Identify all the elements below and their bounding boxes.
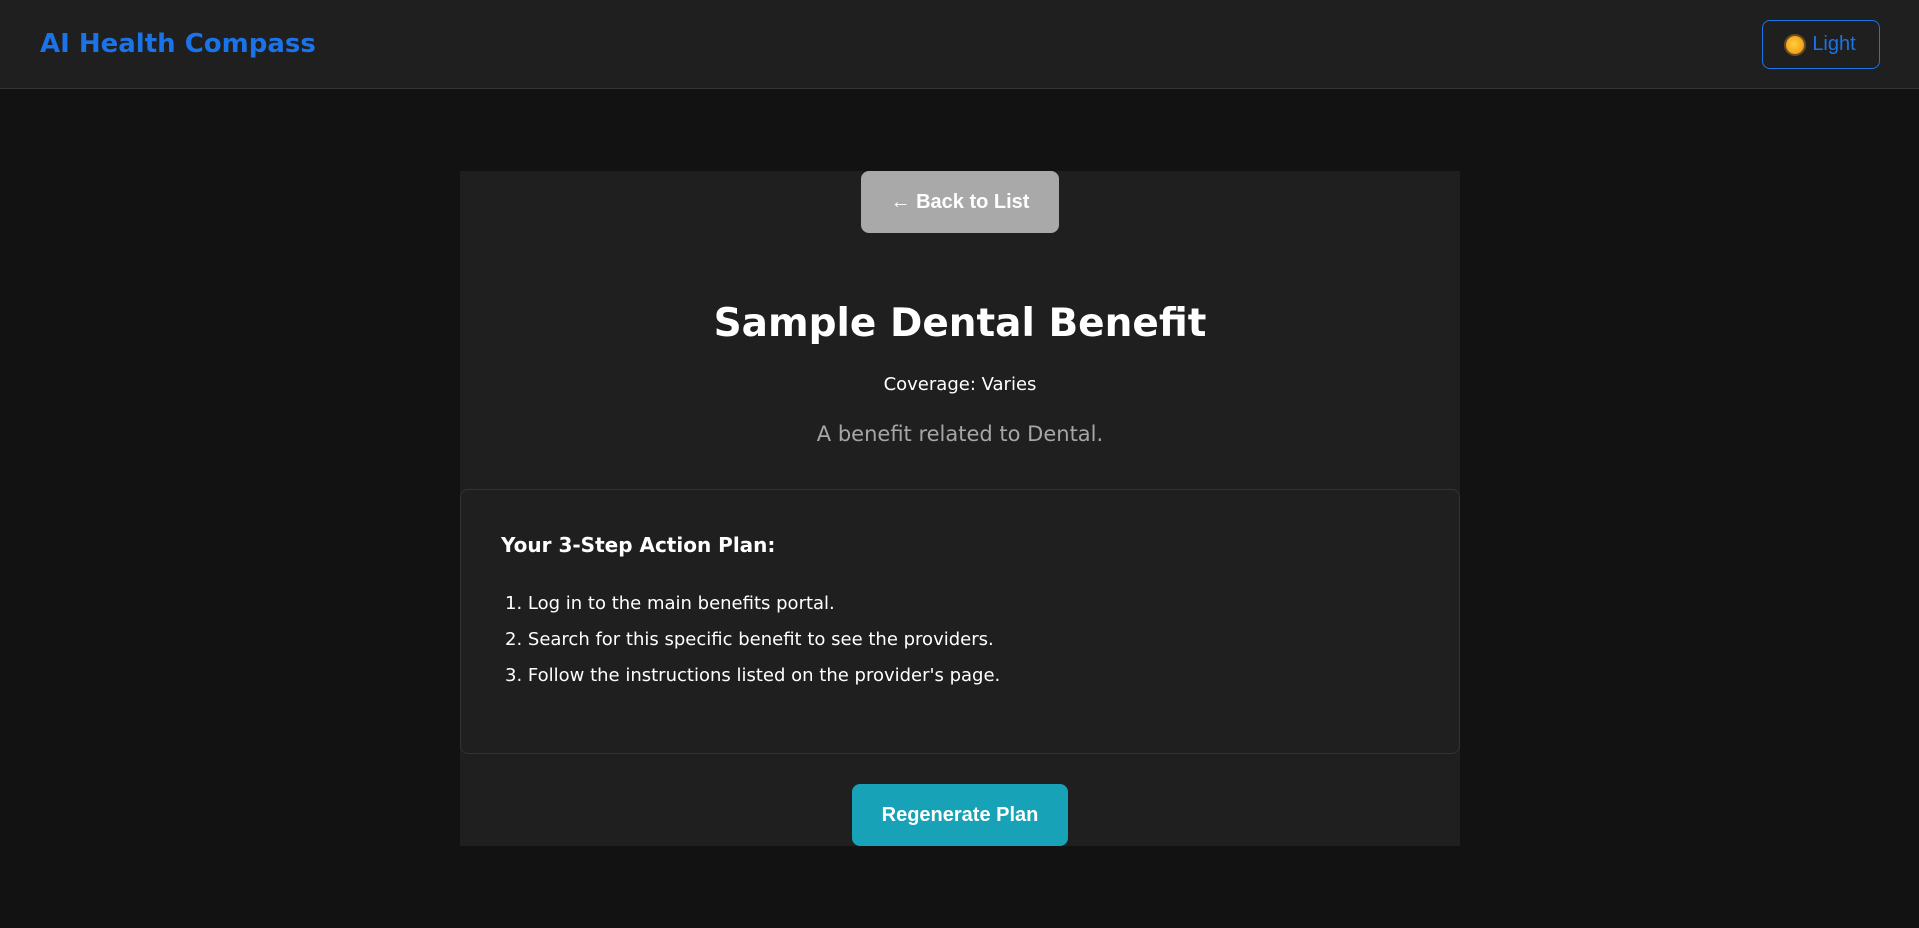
action-plan-step: 3. Follow the instructions listed on the… [505,665,1001,686]
benefit-coverage: Coverage: Varies [883,374,1037,395]
action-plan-step: 1. Log in to the main benefits portal. [505,593,835,614]
action-plan-panel: Your 3-Step Action Plan: 1. Log in to th… [460,489,1460,754]
action-plan-list: 1. Log in to the main benefits portal. 2… [505,592,1000,700]
app-header: AI Health Compass Light [0,0,1919,89]
theme-toggle-button[interactable]: Light [1762,20,1880,69]
app-brand[interactable]: AI Health Compass [40,29,316,59]
back-to-list-button[interactable]: ← Back to List [861,171,1059,233]
action-plan-heading: Your 3-Step Action Plan: [501,533,776,557]
benefit-detail-card: ← Back to List Sample Dental Benefit Cov… [460,171,1460,846]
benefit-title: Sample Dental Benefit [713,301,1207,346]
theme-toggle-label: Light [1812,33,1856,55]
benefit-description: A benefit related to Dental. [816,422,1104,446]
regenerate-plan-button[interactable]: Regenerate Plan [852,784,1068,846]
sun-icon [1786,35,1805,54]
action-plan-step: 2. Search for this specific benefit to s… [505,629,994,650]
